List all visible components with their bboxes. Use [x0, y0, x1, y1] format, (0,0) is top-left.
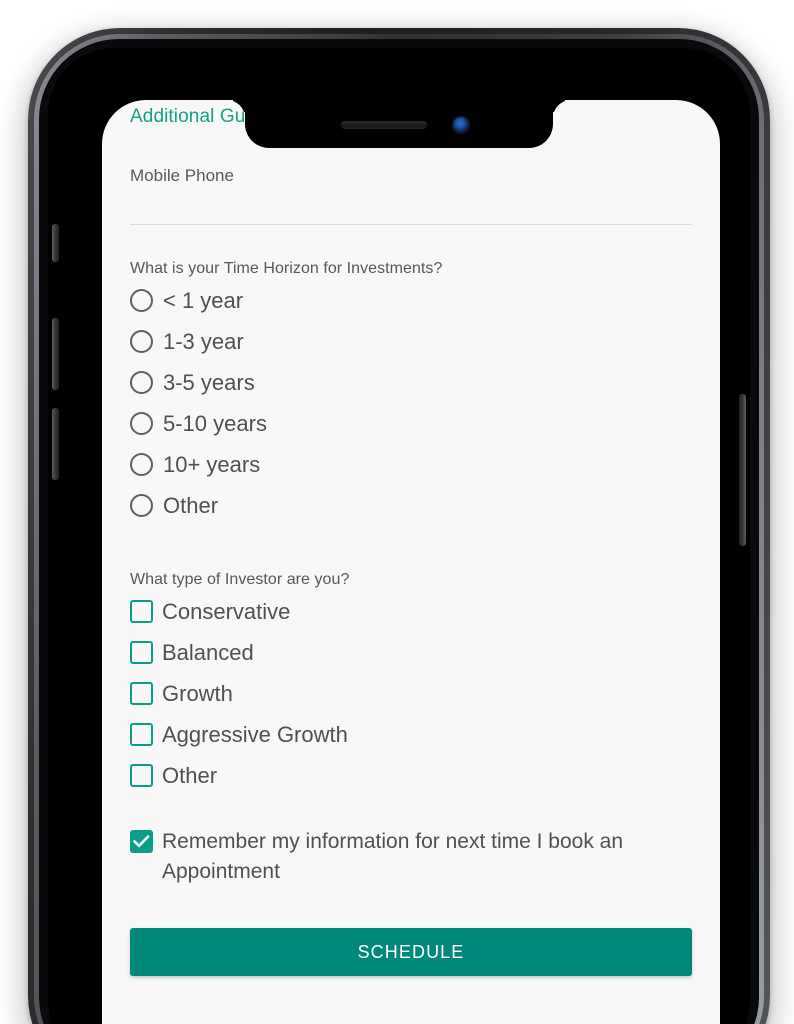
- radio-option-10-plus-years[interactable]: 10+ years: [130, 444, 696, 485]
- checkbox-option-label: Balanced: [162, 639, 254, 665]
- investor-type-question: What type of Investor are you?: [130, 571, 350, 588]
- radio-icon[interactable]: [130, 453, 153, 476]
- checkbox-option-other[interactable]: Other: [130, 755, 696, 796]
- front-camera-icon: [453, 117, 469, 133]
- phone-device-frame: Additional Gue Mobile Phone What is your…: [28, 28, 770, 1024]
- radio-option-label: 1-3 year: [163, 328, 244, 354]
- radio-option-3-5-years[interactable]: 3-5 years: [130, 362, 696, 403]
- checkbox-icon[interactable]: [130, 764, 153, 787]
- mobile-phone-label: Mobile Phone: [130, 166, 234, 185]
- checkbox-icon[interactable]: [130, 723, 153, 746]
- radio-option-label: 5-10 years: [163, 410, 267, 436]
- power-button[interactable]: [739, 394, 746, 546]
- radio-option-label: Other: [163, 492, 219, 518]
- app-screen-content: Additional Gue Mobile Phone What is your…: [102, 100, 720, 1024]
- radio-icon[interactable]: [130, 494, 153, 517]
- checkbox-option-balanced[interactable]: Balanced: [130, 632, 696, 673]
- radio-icon[interactable]: [130, 330, 153, 353]
- checkbox-checked-icon[interactable]: [130, 830, 153, 853]
- remember-me-label: Remember my information for next time I …: [162, 830, 624, 884]
- radio-option-lt-1-year[interactable]: < 1 year: [130, 280, 696, 321]
- radio-option-label: < 1 year: [163, 287, 244, 313]
- time-horizon-section: What is your Time Horizon for Investment…: [130, 260, 696, 526]
- checkbox-option-label: Growth: [162, 680, 233, 706]
- checkbox-icon[interactable]: [130, 600, 153, 623]
- radio-icon[interactable]: [130, 412, 153, 435]
- radio-icon[interactable]: [130, 371, 153, 394]
- schedule-button[interactable]: SCHEDULE: [130, 928, 692, 976]
- checkbox-option-conservative[interactable]: Conservative: [130, 591, 696, 632]
- mobile-phone-field-underline[interactable]: [130, 224, 692, 225]
- volume-down-button[interactable]: [52, 408, 59, 480]
- checkbox-icon[interactable]: [130, 641, 153, 664]
- checkbox-option-aggressive-growth[interactable]: Aggressive Growth: [130, 714, 696, 755]
- checkbox-option-label: Aggressive Growth: [162, 721, 348, 747]
- radio-option-label: 10+ years: [163, 451, 261, 477]
- radio-option-other[interactable]: Other: [130, 485, 696, 526]
- speaker-grille-icon: [341, 121, 427, 129]
- screenshot-stage: Additional Gue Mobile Phone What is your…: [0, 0, 794, 1024]
- silent-switch[interactable]: [52, 224, 59, 262]
- phone-notch: [245, 100, 553, 148]
- radio-option-5-10-years[interactable]: 5-10 years: [130, 403, 696, 444]
- phone-screen: Additional Gue Mobile Phone What is your…: [102, 100, 720, 1024]
- radio-option-1-3-year[interactable]: 1-3 year: [130, 321, 696, 362]
- checkmark-icon: [133, 835, 150, 848]
- remember-me-row[interactable]: Remember my information for next time I …: [130, 827, 696, 888]
- radio-option-label: 3-5 years: [163, 369, 255, 395]
- radio-icon[interactable]: [130, 289, 153, 312]
- investor-type-section: What type of Investor are you? Conservat…: [130, 571, 696, 796]
- volume-up-button[interactable]: [52, 318, 59, 390]
- checkbox-option-label: Conservative: [162, 598, 291, 624]
- time-horizon-question: What is your Time Horizon for Investment…: [130, 260, 443, 277]
- checkbox-option-growth[interactable]: Growth: [130, 673, 696, 714]
- checkbox-option-label: Other: [162, 762, 218, 788]
- checkbox-icon[interactable]: [130, 682, 153, 705]
